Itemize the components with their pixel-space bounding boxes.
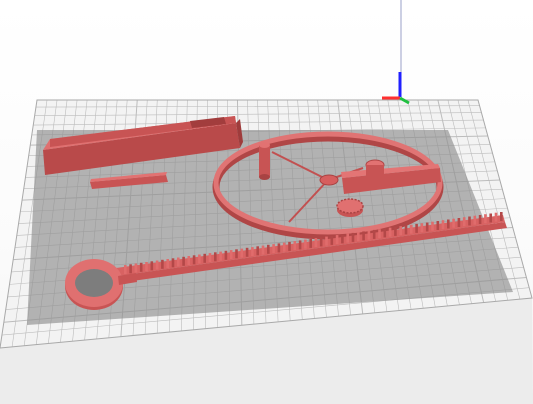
axis-gizmo bbox=[382, 72, 410, 105]
rack-tooth bbox=[473, 215, 477, 225]
rack-tooth bbox=[383, 228, 387, 238]
rack-tooth bbox=[425, 222, 429, 232]
rack-tooth bbox=[394, 226, 397, 236]
rack-tooth bbox=[214, 252, 217, 262]
rack-tooth bbox=[155, 260, 159, 270]
rack-tooth bbox=[251, 247, 254, 257]
rack-tooth bbox=[235, 249, 238, 259]
rack-tooth bbox=[171, 258, 175, 268]
rack-tooth bbox=[457, 218, 461, 227]
rack-tooth bbox=[177, 257, 180, 267]
rack-tooth bbox=[304, 239, 307, 249]
rack-tooth bbox=[256, 246, 259, 256]
rack-tooth bbox=[346, 233, 349, 243]
wheel-hub bbox=[319, 174, 339, 186]
rack-tooth bbox=[298, 240, 302, 250]
build-plate-scene[interactable] bbox=[0, 0, 533, 404]
rack-tooth bbox=[129, 264, 132, 274]
rack-tooth bbox=[462, 217, 466, 227]
rack-tooth bbox=[372, 229, 376, 239]
rack-tooth bbox=[203, 253, 206, 263]
rack-tooth bbox=[325, 236, 328, 246]
rack-tooth bbox=[134, 263, 138, 273]
rack-tooth bbox=[388, 227, 392, 237]
rack-tooth bbox=[489, 213, 492, 223]
spoke-hub-peg[interactable] bbox=[259, 142, 270, 180]
rack-tooth bbox=[288, 241, 291, 251]
rack-tooth bbox=[484, 214, 487, 224]
rack-tooth bbox=[293, 241, 297, 251]
rack-tooth bbox=[351, 232, 355, 242]
3d-viewport[interactable] bbox=[0, 0, 533, 404]
rack-tooth bbox=[357, 232, 360, 242]
rack-tooth bbox=[309, 238, 312, 248]
rack-tooth bbox=[367, 230, 371, 240]
rack-tooth bbox=[441, 220, 445, 230]
rack-tooth bbox=[378, 229, 381, 239]
rack-tooth bbox=[245, 247, 249, 257]
rack-tooth bbox=[145, 262, 148, 271]
rack-tooth bbox=[415, 223, 418, 233]
rack-tooth bbox=[447, 219, 450, 229]
rack-tooth bbox=[182, 256, 185, 266]
rack-tooth bbox=[219, 251, 222, 261]
rack-tooth bbox=[431, 221, 434, 231]
rack-tooth bbox=[161, 259, 164, 269]
rack-tooth bbox=[494, 212, 498, 222]
rack-tooth bbox=[198, 254, 201, 264]
rack-tooth bbox=[410, 224, 413, 234]
rack-tooth bbox=[362, 231, 365, 241]
rack-tooth bbox=[277, 243, 281, 253]
rack-tooth bbox=[139, 262, 143, 272]
rack-tooth bbox=[267, 244, 270, 254]
rack-tooth bbox=[319, 237, 323, 247]
rack-tooth bbox=[282, 242, 286, 252]
rack-tooth bbox=[500, 212, 503, 221]
small-gear[interactable] bbox=[336, 198, 364, 217]
rack-tooth bbox=[436, 221, 440, 230]
rack-tooth bbox=[314, 238, 318, 248]
rack-tooth bbox=[468, 216, 471, 226]
rack-tooth bbox=[229, 250, 233, 260]
rack-tooth bbox=[224, 250, 228, 260]
rack-tooth bbox=[330, 235, 334, 245]
rack-tooth bbox=[192, 255, 196, 265]
rack-tooth bbox=[240, 248, 244, 258]
rack-tooth bbox=[272, 244, 275, 254]
rack-tooth bbox=[341, 234, 344, 244]
rack-tooth bbox=[187, 256, 191, 265]
rack-tooth bbox=[404, 225, 408, 235]
rack-tooth bbox=[420, 223, 424, 233]
rack-tooth bbox=[261, 245, 265, 255]
rack-tooth bbox=[150, 261, 154, 271]
rack-tooth bbox=[124, 265, 127, 274]
rack-tooth bbox=[399, 226, 402, 236]
rack-tooth bbox=[478, 215, 482, 224]
rack-tooth bbox=[452, 218, 455, 228]
rack-tooth bbox=[208, 253, 212, 263]
rack-tooth bbox=[166, 259, 169, 268]
rack-tooth bbox=[335, 235, 339, 245]
